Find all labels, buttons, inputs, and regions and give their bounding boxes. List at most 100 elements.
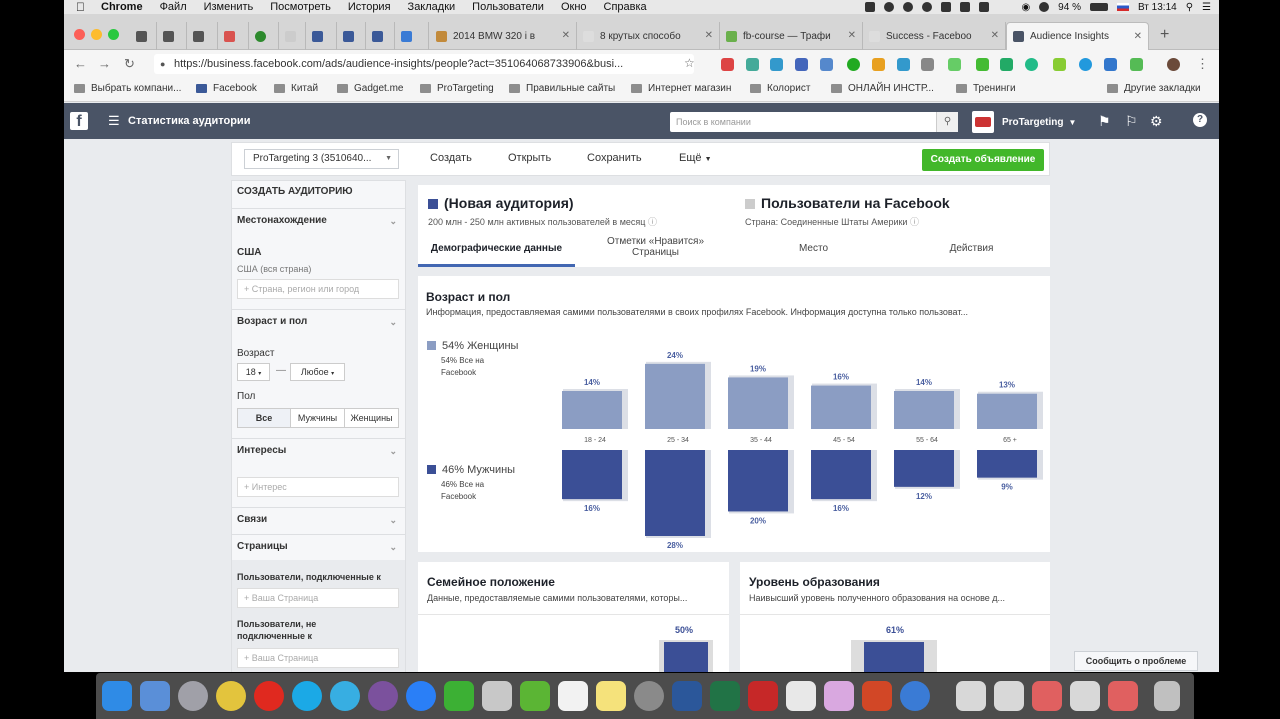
new-tab-button[interactable]: + xyxy=(1160,26,1169,44)
section-pages[interactable]: Страницы ⌄ xyxy=(232,534,405,560)
connected-page-input[interactable]: + Ваша Страница xyxy=(237,588,399,608)
flag-icon[interactable]: ⚐ xyxy=(1125,113,1138,130)
extension-icon[interactable] xyxy=(921,58,934,71)
profile-avatar[interactable] xyxy=(1167,58,1180,71)
tab-fb-course[interactable]: fb-course — Трафи ✕ xyxy=(720,22,863,50)
pinned-tab[interactable] xyxy=(130,22,157,50)
dropbox-icon[interactable] xyxy=(960,2,971,12)
back-icon[interactable]: ← xyxy=(74,56,87,71)
minimize-window-button[interactable] xyxy=(91,29,102,40)
evernote-icon[interactable] xyxy=(520,681,550,711)
app-menu[interactable]: Chrome xyxy=(101,1,143,13)
status-icon[interactable] xyxy=(979,2,990,12)
extension-icon[interactable] xyxy=(1025,58,1038,71)
info-icon[interactable]: ⓘ xyxy=(910,217,919,227)
status-icon[interactable] xyxy=(922,2,933,12)
opera-icon[interactable] xyxy=(254,681,284,711)
wechat-icon[interactable] xyxy=(444,681,474,711)
app-icon[interactable] xyxy=(482,681,512,711)
document-icon[interactable] xyxy=(956,681,986,711)
menu-bookmarks[interactable]: Закладки xyxy=(408,1,456,13)
reload-icon[interactable]: ↻ xyxy=(124,56,135,72)
not-connected-page-input[interactable]: + Ваша Страница xyxy=(237,648,399,668)
bookmark-star-icon[interactable]: ☆ xyxy=(684,56,695,70)
word-icon[interactable] xyxy=(672,681,702,711)
bell-icon[interactable]: ⚑ xyxy=(1098,113,1111,130)
status-icon[interactable] xyxy=(865,2,876,12)
hamburger-menu-icon[interactable]: ☰ xyxy=(108,113,120,129)
report-problem-button[interactable]: Сообщить о проблеме xyxy=(1074,651,1198,671)
location-input[interactable]: + Страна, регион или город xyxy=(237,279,399,299)
section-connections[interactable]: Связи ⌄ xyxy=(232,507,405,533)
cloud-icon[interactable] xyxy=(941,2,952,12)
calendar-icon[interactable] xyxy=(558,681,588,711)
close-window-button[interactable] xyxy=(74,29,85,40)
acrobat-icon[interactable] xyxy=(748,681,778,711)
url-field[interactable]: ● https://business.facebook.com/ads/audie… xyxy=(154,54,694,74)
bookmark-item[interactable]: ProTargeting xyxy=(420,83,494,94)
battery-icon[interactable] xyxy=(1089,3,1108,11)
search-icon[interactable]: ⚲ xyxy=(1186,2,1193,13)
extension-icon[interactable] xyxy=(1104,58,1117,71)
search-icon[interactable]: ⚲ xyxy=(936,112,958,132)
extension-icon[interactable] xyxy=(897,58,910,71)
wifi-icon[interactable]: ◉ xyxy=(1021,2,1030,13)
ad-account-select[interactable]: ProTargeting 3 (3510640... ▼ xyxy=(244,149,399,169)
gender-women-button[interactable]: Женщины xyxy=(344,408,399,428)
gender-men-button[interactable]: Мужчины xyxy=(290,408,345,428)
bookmark-item[interactable]: ОНЛАЙН ИНСТР... xyxy=(831,83,934,94)
menu-help[interactable]: Справка xyxy=(604,1,647,13)
extension-icon[interactable] xyxy=(948,58,961,71)
gender-all-button[interactable]: Все xyxy=(237,408,291,428)
extension-icon[interactable] xyxy=(1130,58,1143,71)
bookmark-item[interactable]: Правильные сайты xyxy=(509,83,615,94)
close-tab-icon[interactable]: ✕ xyxy=(562,30,570,41)
status-icon[interactable] xyxy=(1039,2,1050,12)
document-icon[interactable] xyxy=(1108,681,1138,711)
menu-edit[interactable]: Изменить xyxy=(204,1,254,13)
account-switcher[interactable]: ProTargeting ▼ xyxy=(972,111,1076,133)
extension-icon[interactable] xyxy=(795,58,808,71)
apple-icon[interactable]:  xyxy=(76,0,85,14)
maximize-window-button[interactable] xyxy=(108,29,119,40)
info-icon[interactable]: ⓘ xyxy=(648,217,657,227)
menu-history[interactable]: История xyxy=(348,1,391,13)
extension-icon[interactable] xyxy=(746,58,759,71)
extension-icon[interactable] xyxy=(1053,58,1066,71)
facebook-logo-icon[interactable]: f xyxy=(70,112,88,130)
pinned-tab[interactable] xyxy=(279,22,306,50)
extension-icon[interactable] xyxy=(770,58,783,71)
flag-icon[interactable] xyxy=(1116,3,1129,11)
tab-activity[interactable]: Действия xyxy=(894,243,1049,254)
chrome-icon[interactable] xyxy=(216,681,246,711)
document-icon[interactable] xyxy=(1070,681,1100,711)
document-icon[interactable] xyxy=(994,681,1024,711)
bookmark-item[interactable]: Другие закладки xyxy=(1107,83,1201,94)
menu-view[interactable]: Посмотреть xyxy=(270,1,331,13)
excel-icon[interactable] xyxy=(710,681,740,711)
skype-icon[interactable] xyxy=(292,681,322,711)
search-input[interactable]: Поиск в компании ⚲ xyxy=(670,112,958,132)
tab-bmw[interactable]: 2014 BMW 320 i в ✕ xyxy=(430,22,577,50)
pinned-tab[interactable] xyxy=(249,22,279,50)
help-icon[interactable]: ? xyxy=(1193,113,1207,127)
age-from-select[interactable]: 18 ▾ xyxy=(237,363,270,381)
app-icon[interactable] xyxy=(824,681,854,711)
menu-users[interactable]: Пользователи xyxy=(472,1,544,13)
viber-icon[interactable] xyxy=(368,681,398,711)
status-icon[interactable] xyxy=(884,2,895,12)
pinned-tab[interactable] xyxy=(395,22,429,50)
section-age-gender[interactable]: Возраст и пол ⌄ xyxy=(232,309,405,335)
bookmark-item[interactable]: Gadget.me xyxy=(337,83,403,94)
chrome-menu-icon[interactable]: ⋮ xyxy=(1196,56,1209,72)
tab-page-likes[interactable]: Отметки «Нравится» Страницы xyxy=(578,236,733,258)
close-tab-icon[interactable]: ✕ xyxy=(1134,31,1142,42)
menu-file[interactable]: Файл xyxy=(160,1,187,13)
system-preferences-icon[interactable] xyxy=(634,681,664,711)
extension-icon[interactable] xyxy=(976,58,989,71)
extension-icon[interactable] xyxy=(820,58,833,71)
forward-icon[interactable]: → xyxy=(98,56,111,71)
tab-success[interactable]: Success - Faceboo ✕ xyxy=(863,22,1006,50)
document-icon[interactable] xyxy=(1032,681,1062,711)
create-button[interactable]: Создать xyxy=(430,152,472,164)
